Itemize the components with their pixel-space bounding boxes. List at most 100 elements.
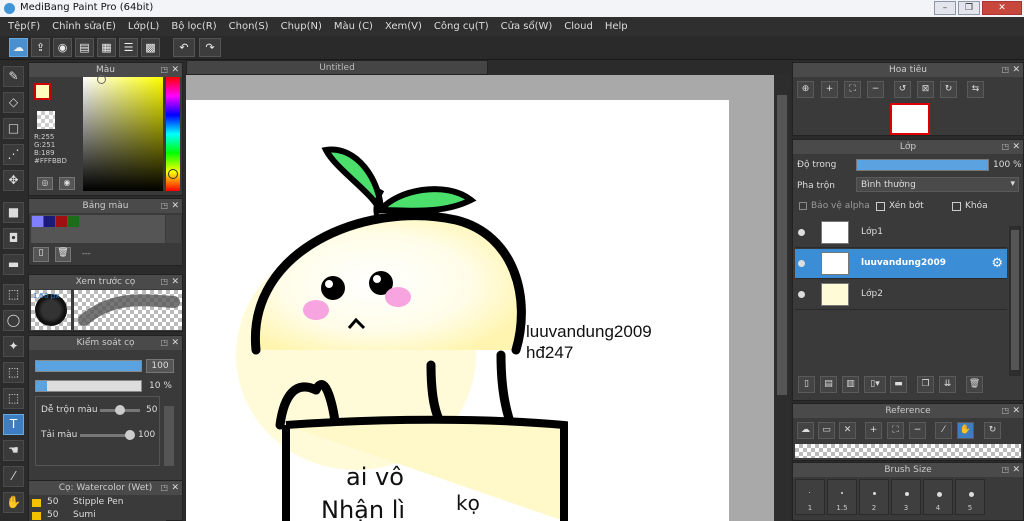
close-panel-icon[interactable]: ✕	[1012, 404, 1020, 418]
close-panel-icon[interactable]: ✕	[171, 336, 179, 350]
undock-icon[interactable]: ◳	[160, 63, 168, 77]
merge-layer-icon[interactable]: ⇊	[939, 376, 956, 393]
fit-icon[interactable]: ⛶	[844, 81, 861, 98]
new-layer-1bit-icon[interactable]: ▥	[842, 376, 859, 393]
hue-cursor[interactable]	[168, 169, 178, 179]
redo-icon[interactable]: ↷	[199, 38, 221, 57]
new-palette-icon[interactable]: ▯	[33, 247, 49, 262]
close-panel-icon[interactable]: ✕	[1012, 463, 1020, 477]
color-sv-picker[interactable]	[83, 75, 163, 191]
menu-layer[interactable]: Lớp(L)	[122, 21, 165, 32]
blend-mode-select[interactable]: Bình thường ▾	[856, 177, 1019, 192]
brush-size-slot[interactable]: 1.5	[827, 479, 857, 515]
primary-color-swatch[interactable]	[34, 83, 51, 100]
menu-file[interactable]: Tệp(F)	[2, 21, 46, 32]
control-scrollbar[interactable]	[164, 406, 174, 466]
undock-icon[interactable]: ◳	[160, 481, 168, 495]
drawing-canvas[interactable]: luuvandung2009 hđ247 ai vô Nhận lì kọ	[186, 100, 729, 521]
list-icon[interactable]: ☰	[119, 38, 138, 57]
close-panel-icon[interactable]: ✕	[171, 275, 179, 289]
brush-size-slot[interactable]: 1	[795, 479, 825, 515]
scroll-thumb[interactable]	[777, 95, 787, 395]
palette-swatch[interactable]	[32, 216, 43, 227]
comment-icon[interactable]: ◉	[53, 38, 72, 57]
new-layer-icon[interactable]: ▯	[798, 376, 815, 393]
layer-scrollbar[interactable]	[1009, 226, 1021, 376]
palette-swatch[interactable]	[68, 216, 79, 227]
zoom-out-icon[interactable]: −	[867, 81, 884, 98]
menu-view[interactable]: Xem(V)	[379, 21, 428, 32]
undock-icon[interactable]: ◳	[1001, 404, 1009, 418]
close-panel-icon[interactable]: ✕	[1012, 63, 1020, 77]
layer-opacity-slider[interactable]	[856, 159, 989, 171]
magic-wand-tool-icon[interactable]: ✦	[3, 336, 24, 357]
menu-edit[interactable]: Chỉnh sửa(E)	[46, 21, 122, 32]
brush-size-slot[interactable]: 3	[891, 479, 921, 515]
navigator-thumbnail[interactable]	[890, 103, 930, 135]
brush-size-slider[interactable]	[35, 360, 142, 372]
eyedropper-icon[interactable]: ⁄	[935, 422, 952, 439]
speech-bubble-icon[interactable]: ▤	[75, 38, 94, 57]
add-layer-menu-icon[interactable]: ▯▾	[864, 376, 886, 393]
menu-help[interactable]: Help	[599, 21, 634, 32]
clipping-checkbox[interactable]	[876, 202, 885, 211]
dot-tool-icon[interactable]: ⋰	[3, 144, 24, 165]
eraser-tool-icon[interactable]: ◇	[3, 92, 24, 113]
minimize-button[interactable]: –	[934, 1, 956, 15]
transparent-swatch[interactable]	[37, 111, 55, 129]
protect-alpha-checkbox[interactable]	[799, 202, 807, 210]
undock-icon[interactable]: ◳	[160, 275, 168, 289]
menu-tools[interactable]: Công cụ(T)	[428, 21, 495, 32]
close-panel-icon[interactable]: ✕	[1012, 140, 1020, 154]
zoom-out-icon[interactable]: −	[909, 422, 926, 439]
grid-icon[interactable]: ▩	[141, 38, 160, 57]
eyedropper-tool-icon[interactable]: ⁄	[3, 466, 24, 487]
open-folder-icon[interactable]: ▭	[818, 422, 835, 439]
rectangle-tool-icon[interactable]: □	[3, 118, 24, 139]
menu-select[interactable]: Chọn(S)	[223, 21, 275, 32]
blend-slider[interactable]	[100, 405, 140, 415]
zoom-in-icon[interactable]: +	[865, 422, 882, 439]
close-panel-icon[interactable]: ✕	[171, 63, 179, 77]
hand-tool-icon[interactable]: ✋	[3, 492, 24, 513]
text-tool-icon[interactable]: T	[3, 414, 24, 435]
menu-cloud[interactable]: Cloud	[558, 21, 599, 32]
eye-icon[interactable]	[798, 260, 805, 267]
brush-opacity-slider[interactable]	[35, 380, 142, 392]
menu-window[interactable]: Cửa sổ(W)	[495, 21, 559, 32]
new-layer-8bit-icon[interactable]: ▤	[820, 376, 837, 393]
close-reference-icon[interactable]: ✕	[839, 422, 856, 439]
rotate-right-icon[interactable]: ↻	[940, 81, 957, 98]
reference-view[interactable]	[795, 444, 1021, 458]
undock-icon[interactable]: ◳	[160, 199, 168, 213]
zoom-in-icon[interactable]: +	[821, 81, 838, 98]
cloud-icon[interactable]: ☁	[9, 38, 28, 57]
document-tab[interactable]: Untitled	[186, 60, 488, 75]
bucket-tool-icon[interactable]: ◘	[3, 228, 24, 249]
lasso-tool-icon[interactable]: ◯	[3, 310, 24, 331]
zoom-icon[interactable]: ⊕	[797, 81, 814, 98]
duplicate-layer-icon[interactable]: ❐	[917, 376, 934, 393]
close-button[interactable]: ✕	[982, 1, 1022, 15]
select-eraser-tool-icon[interactable]: ⬚	[3, 388, 24, 409]
brush-size-value[interactable]: 100	[146, 359, 174, 373]
reset-icon[interactable]: ↻	[984, 422, 1001, 439]
move-tool-icon[interactable]: ✥	[3, 170, 24, 191]
export-icon[interactable]: ⇪	[31, 38, 50, 57]
fill-rect-tool-icon[interactable]: ■	[3, 202, 24, 223]
maximize-button[interactable]: ❐	[958, 1, 980, 15]
undock-icon[interactable]: ◳	[1001, 63, 1009, 77]
layer-row[interactable]: Lớp1	[795, 218, 1007, 248]
undo-icon[interactable]: ↶	[173, 38, 195, 57]
palette-swatch[interactable]	[44, 216, 55, 227]
undock-icon[interactable]: ◳	[1001, 463, 1009, 477]
select-rect-tool-icon[interactable]: ⬚	[3, 284, 24, 305]
undock-icon[interactable]: ◳	[1001, 140, 1009, 154]
menu-filter[interactable]: Bộ lọc(R)	[165, 21, 222, 32]
layer-row[interactable]: Lớp2	[795, 280, 1007, 310]
cloud-download-icon[interactable]: ☁	[797, 422, 814, 439]
fit-icon[interactable]: ⛶	[887, 422, 904, 439]
brush-size-slot[interactable]: 5	[955, 479, 985, 515]
menu-color[interactable]: Màu (C)	[328, 21, 379, 32]
folder-icon[interactable]: ▬	[890, 376, 907, 393]
